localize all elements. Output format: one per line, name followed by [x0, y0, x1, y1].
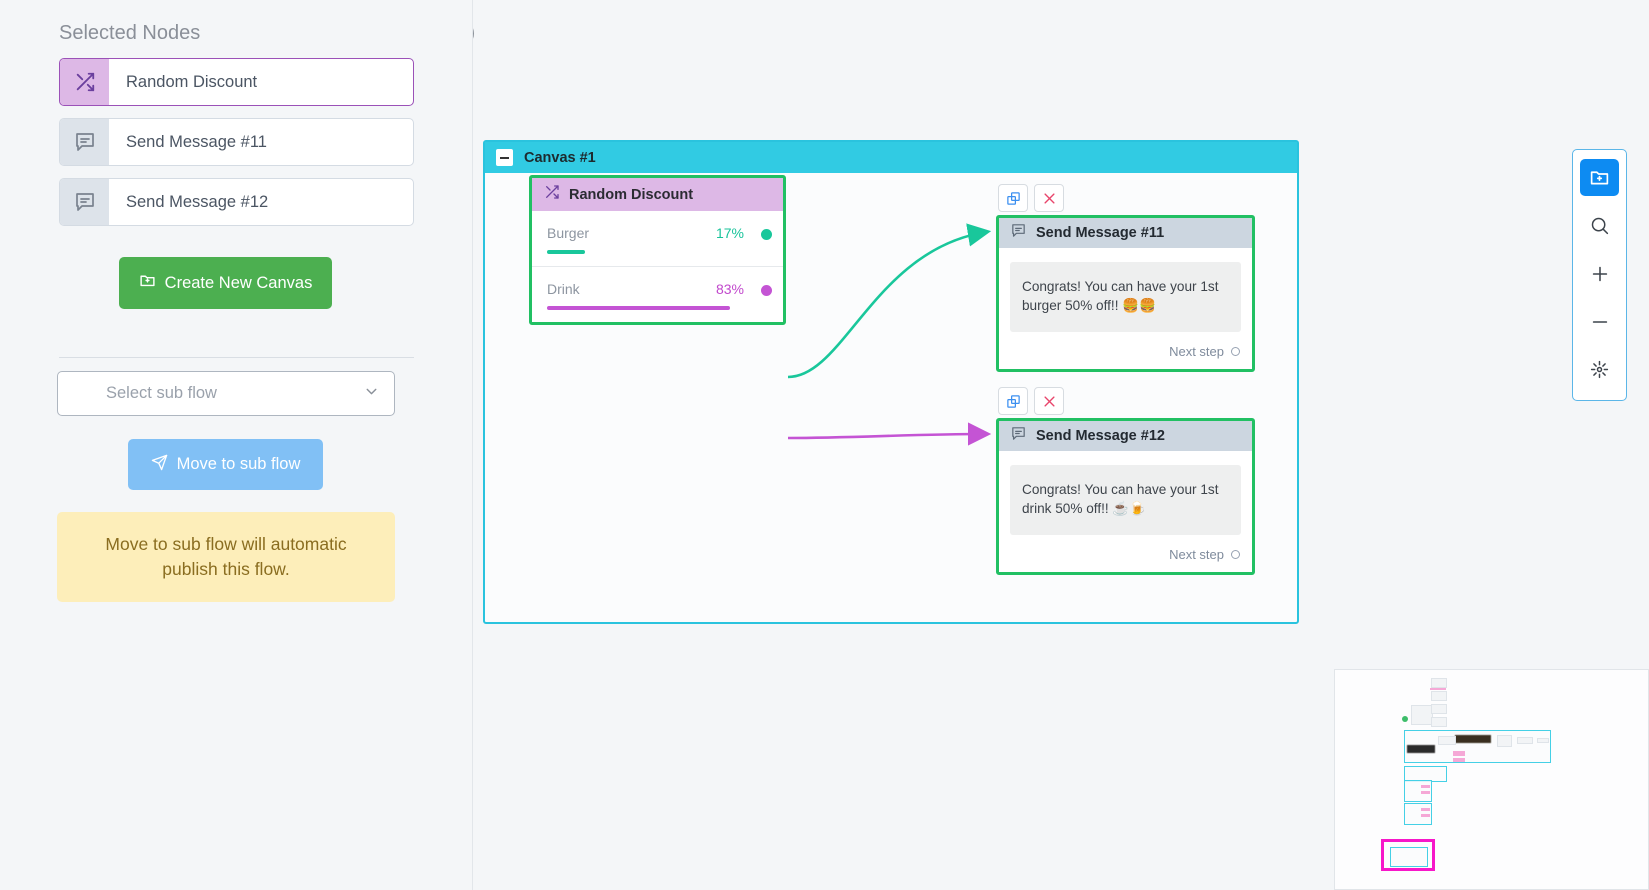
branch-name: Burger [547, 225, 590, 241]
create-new-canvas-label: Create New Canvas [164, 273, 313, 292]
branch-name: Drink [547, 281, 580, 297]
send-message-12-header: Send Message #12 [999, 421, 1252, 451]
random-discount-row-burger[interactable]: Burger 17% [532, 211, 783, 266]
delete-node-button[interactable] [1034, 387, 1064, 415]
branch-percent: 17% [715, 225, 744, 241]
random-discount-row-drink[interactable]: Drink 83% [532, 266, 783, 322]
minimap-node [1431, 678, 1447, 688]
minimap-edge [1430, 688, 1446, 690]
sidebar-item-label: Send Message #11 [126, 132, 267, 151]
message-icon [60, 179, 109, 225]
minimap-group [1404, 803, 1432, 825]
move-to-sub-flow-button[interactable]: Move to sub flow [128, 439, 323, 490]
minimap-viewport[interactable] [1381, 839, 1435, 871]
collapse-group-icon[interactable] [496, 149, 513, 166]
branch-output-connector[interactable] [761, 229, 772, 240]
send-message-12-next-step[interactable]: Next step [999, 535, 1252, 572]
page-title: Selected Nodes [59, 22, 201, 44]
sidebar-item-send-message-12[interactable]: Send Message #12 [59, 178, 414, 226]
minimap-start-dot [1402, 716, 1408, 722]
sidebar-divider [59, 357, 414, 358]
zoom-in-icon[interactable] [1580, 255, 1619, 292]
chevron-down-icon [363, 383, 380, 405]
fit-view-icon[interactable] [1580, 351, 1619, 388]
random-discount-node[interactable]: Random Discount Burger 17% Drink 83% [529, 175, 786, 325]
minimap-node [1431, 704, 1447, 714]
add-folder-icon[interactable] [1580, 159, 1619, 196]
minimap-group [1404, 730, 1551, 763]
message-text: Congrats! You can have your 1st drink 50… [1010, 465, 1241, 535]
shuffle-icon [60, 59, 109, 105]
sidebar-item-label: Send Message #12 [126, 192, 269, 211]
next-step-connector[interactable] [1231, 346, 1240, 356]
canvas-group-title: Canvas #1 [524, 149, 596, 166]
canvas-group-header[interactable]: Canvas #1 [485, 142, 1297, 173]
sidebar-item-random-discount[interactable]: Random Discount [59, 58, 414, 106]
zoom-out-icon[interactable] [1580, 303, 1619, 340]
send-message-12-title: Send Message #12 [1036, 428, 1165, 444]
sub-flow-select[interactable]: Select sub flow [57, 371, 395, 416]
branch-bar-track [547, 306, 768, 310]
next-step-label: Next step [1169, 343, 1224, 359]
random-discount-node-title: Random Discount [569, 186, 694, 203]
sidebar-item-label: Random Discount [126, 72, 258, 91]
minimap-node [1411, 705, 1433, 725]
minimap-group [1404, 780, 1432, 802]
branch-bar [547, 306, 731, 310]
branch-percent: 83% [715, 281, 744, 297]
message-text: Congrats! You can have your 1st burger 5… [1010, 262, 1241, 332]
move-to-sub-flow-label: Move to sub flow [176, 455, 301, 473]
create-new-canvas-button[interactable]: Create New Canvas [119, 257, 332, 309]
send-message-12-node-tools [998, 387, 1064, 415]
send-message-11-body: Congrats! You can have your 1st burger 5… [999, 248, 1252, 332]
send-message-11-next-step[interactable]: Next step [999, 332, 1252, 369]
duplicate-node-button[interactable] [998, 387, 1028, 415]
send-message-11-header: Send Message #11 [999, 218, 1252, 248]
send-message-11-node[interactable]: Send Message #11 Congrats! You can have … [996, 215, 1255, 372]
minimap-node [1431, 691, 1447, 701]
send-message-12-node[interactable]: Send Message #12 Congrats! You can have … [996, 418, 1255, 575]
sub-flow-placeholder: Select sub flow [106, 384, 217, 402]
sidebar: Selected Nodes Random Discount Send Mess… [0, 0, 473, 890]
send-message-11-title: Send Message #11 [1036, 225, 1165, 241]
minimap-node [1431, 717, 1447, 727]
next-step-label: Next step [1169, 546, 1224, 562]
minimap[interactable] [1334, 669, 1649, 890]
send-message-11-node-tools [998, 184, 1064, 212]
canvas-toolbar [1572, 149, 1627, 401]
send-icon [151, 454, 168, 476]
selected-nodes-list: Random Discount Send Message #11 Send Me… [59, 58, 414, 238]
random-discount-node-header: Random Discount [532, 178, 783, 211]
duplicate-node-button[interactable] [998, 184, 1028, 212]
message-icon [60, 119, 109, 165]
branch-output-connector[interactable] [761, 285, 772, 296]
folder-plus-icon [139, 272, 156, 294]
message-icon [1010, 425, 1027, 447]
send-message-12-body: Congrats! You can have your 1st drink 50… [999, 451, 1252, 535]
delete-node-button[interactable] [1034, 184, 1064, 212]
flow-builder-app: Selected Nodes Random Discount Send Mess… [0, 0, 1649, 890]
branch-bar [547, 250, 585, 254]
shuffle-icon [544, 184, 560, 205]
search-icon[interactable] [1580, 207, 1619, 244]
branch-bar-track [547, 250, 768, 254]
sidebar-item-send-message-11[interactable]: Send Message #11 [59, 118, 414, 166]
message-icon [1010, 222, 1027, 244]
sub-flow-notice: Move to sub flow will automatic publish … [57, 512, 395, 602]
next-step-connector[interactable] [1231, 549, 1240, 559]
